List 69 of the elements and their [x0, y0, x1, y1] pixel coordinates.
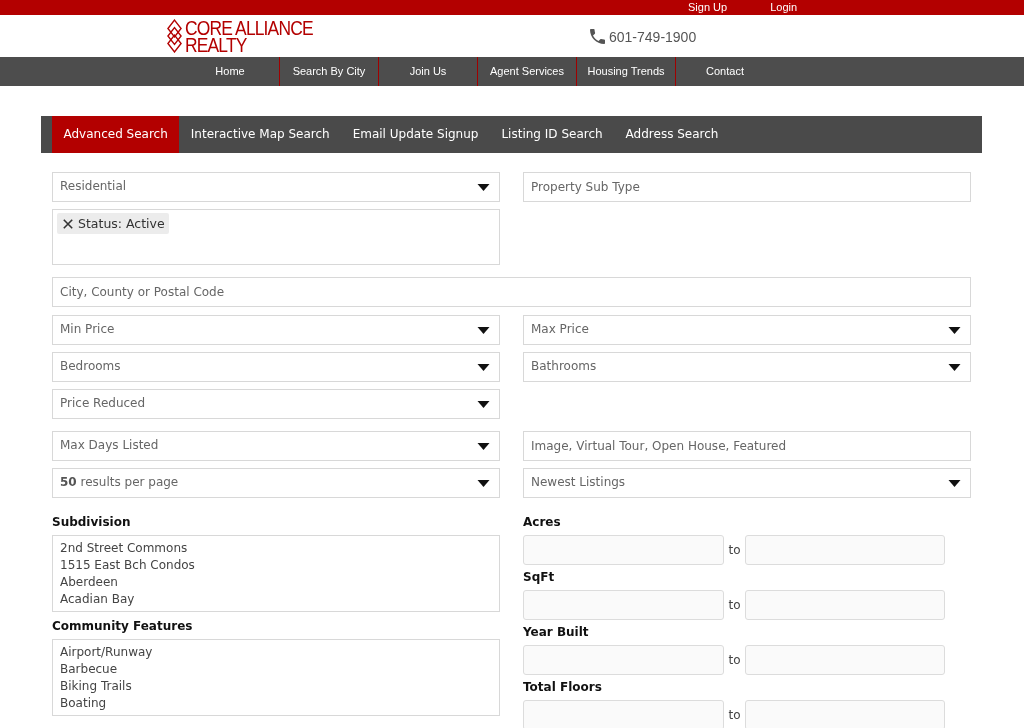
dropdown[interactable]: Max Days Listed	[52, 431, 500, 461]
range-separator: to	[727, 542, 742, 558]
dropdown[interactable]: Bathrooms	[523, 352, 971, 382]
field-label: Year Built	[523, 624, 590, 641]
list-box[interactable]: Airport/Runway Barbecue Biking Trails Boating	[52, 639, 500, 716]
caret-icon	[477, 479, 490, 487]
field-label: Community Features	[52, 618, 194, 635]
search-tab[interactable]: Listing ID Search	[489, 116, 615, 153]
search-tab[interactable]: Address Search	[614, 116, 730, 153]
caret-icon	[477, 183, 490, 191]
list-option[interactable]: Airport/Runway	[60, 644, 492, 661]
list-option[interactable]: Biking Trails	[60, 678, 492, 695]
nav-link[interactable]: Join Us	[379, 57, 478, 86]
text-field[interactable]: Image, Virtual Tour, Open House, Featured	[523, 431, 971, 461]
nav-link[interactable]: Housing Trends	[577, 57, 676, 86]
range-max-field[interactable]	[745, 645, 945, 675]
list-option[interactable]: Barbecue	[60, 661, 492, 678]
field-label: Acres	[523, 514, 562, 531]
dropdown[interactable]: Residential	[52, 172, 500, 202]
list-option[interactable]: 2nd Street Commons	[60, 540, 492, 557]
list-option[interactable]: Aberdeen	[60, 574, 492, 591]
nav-link[interactable]: Search By City	[280, 57, 379, 86]
caret-icon	[477, 442, 490, 450]
list-option[interactable]: Acadian Bay	[60, 591, 492, 608]
status-filter-field[interactable]: Status: Active	[52, 209, 500, 265]
range-min-field[interactable]	[523, 700, 724, 728]
dropdown[interactable]: Max Price	[523, 315, 971, 345]
phone-icon	[590, 29, 605, 44]
range-min-field[interactable]	[523, 535, 724, 565]
caret-icon	[477, 400, 490, 408]
range-separator: to	[727, 597, 742, 613]
field-label: Subdivision	[52, 514, 132, 531]
logo-wordmark: CORE ALLIANCE REALTY	[185, 19, 313, 53]
nav-link[interactable]: Agent Services	[478, 57, 577, 86]
location-search-field[interactable]: City, County or Postal Code	[52, 277, 971, 307]
header-link[interactable]: Login	[770, 0, 798, 15]
list-option[interactable]: Boating	[60, 695, 492, 712]
phone-number: 601-749-1900	[609, 27, 697, 46]
range-max-field[interactable]	[745, 700, 945, 728]
nav-link[interactable]: Home	[181, 57, 280, 86]
dropdown[interactable]: Bedrooms	[52, 352, 500, 382]
caret-icon	[948, 479, 961, 487]
dropdown[interactable]: Min Price	[52, 315, 500, 345]
caret-icon	[948, 363, 961, 371]
logo-icon	[167, 19, 182, 53]
text-field[interactable]: Property Sub Type	[523, 172, 971, 202]
search-tab[interactable]: Email Update Signup	[341, 116, 490, 153]
nav-link[interactable]: Contact	[676, 57, 774, 86]
dropdown[interactable]: 50 results per page	[52, 468, 500, 498]
range-separator: to	[727, 652, 742, 668]
range-max-field[interactable]	[745, 590, 945, 620]
caret-icon	[477, 326, 490, 334]
range-min-field[interactable]	[523, 645, 724, 675]
dropdown[interactable]: Price Reduced	[52, 389, 500, 419]
dropdown[interactable]: Newest Listings	[523, 468, 971, 498]
header-link[interactable]: Sign Up	[688, 0, 728, 15]
field-label: SqFt	[523, 569, 556, 586]
list-option[interactable]: 1515 East Bch Condos	[60, 557, 492, 574]
status-tag[interactable]: Status: Active	[57, 213, 169, 234]
search-tab[interactable]: Advanced Search	[52, 116, 180, 153]
range-max-field[interactable]	[745, 535, 945, 565]
field-label: Total Floors	[523, 679, 603, 696]
caret-icon	[477, 363, 490, 371]
caret-icon	[948, 326, 961, 334]
close-icon	[63, 218, 73, 229]
search-tab[interactable]: Interactive Map Search	[179, 116, 342, 153]
range-min-field[interactable]	[523, 590, 724, 620]
list-box[interactable]: 2nd Street Commons 1515 East Bch Condos Aberdeen Acadian Bay	[52, 535, 500, 612]
range-separator: to	[727, 707, 742, 723]
